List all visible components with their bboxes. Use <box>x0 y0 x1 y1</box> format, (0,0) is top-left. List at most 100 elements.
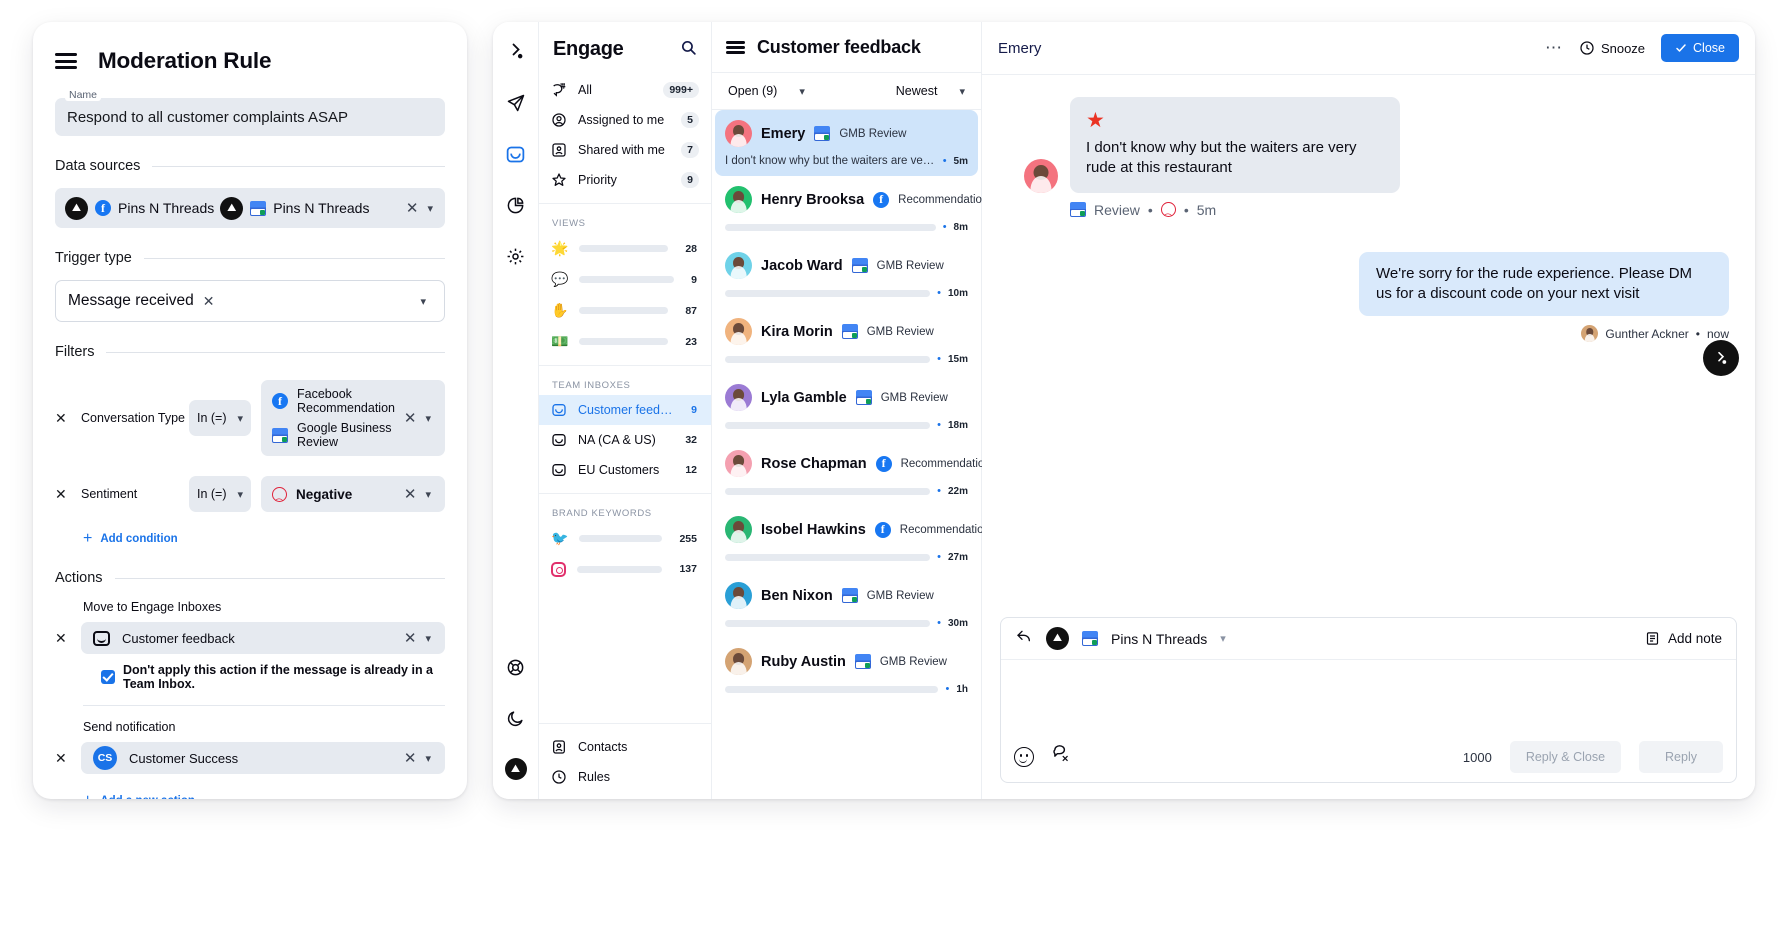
action-value-select[interactable]: Customer feedback ✕ ▾ <box>81 622 445 654</box>
reply-textarea[interactable] <box>1001 660 1736 732</box>
add-action-button[interactable]: + Add a new action <box>83 792 445 799</box>
nav-view-item[interactable]: 💵 23 <box>539 326 711 357</box>
nav-inbox-eu[interactable]: EU Customers 12 <box>539 455 711 485</box>
remove-action-icon[interactable]: ✕ <box>55 750 81 767</box>
nav-keyword-twitter[interactable]: 🐦 255 <box>539 523 711 554</box>
chevron-down-icon[interactable]: ▾ <box>237 412 243 425</box>
conversation-preview-placeholder <box>725 554 930 561</box>
reply-arrow-icon[interactable] <box>1015 628 1033 649</box>
filter-values[interactable]: f Facebook Recommendation Google Busines… <box>261 380 445 456</box>
separator: • <box>1184 202 1189 218</box>
nav-item-assigned-to-me[interactable]: Assigned to me 5 <box>539 105 711 135</box>
data-source-item[interactable]: ⛰ Pins N Threads <box>220 197 369 220</box>
conversation-item[interactable]: Isobel Hawkins f Recommendation • 27m <box>712 506 981 572</box>
engage-inbox-icon[interactable] <box>504 142 528 166</box>
action-value-select[interactable]: CS Customer Success ✕ ▾ <box>81 742 445 774</box>
rule-name-input[interactable]: Respond to all customer complaints ASAP <box>55 98 445 136</box>
checkbox[interactable] <box>101 670 115 684</box>
action-checkbox-row[interactable]: Don't apply this action if the message i… <box>101 663 445 691</box>
sort-filter-select[interactable]: Newest ▾ <box>896 84 965 98</box>
more-options-icon[interactable]: ⋯ <box>1545 38 1563 58</box>
conversation-source: GMB Review <box>880 656 947 668</box>
conversation-item[interactable]: Henry Brooksa f Recommendation • 8m <box>712 176 981 242</box>
nav-bottom-list: Contacts Rules <box>539 715 711 799</box>
close-label: Close <box>1693 41 1725 55</box>
data-source-item[interactable]: ⛰ f Pins N Threads <box>65 197 214 220</box>
add-condition-button[interactable]: + Add condition <box>83 530 445 548</box>
clear-action-icon[interactable]: ✕ <box>404 751 417 766</box>
nav-view-item[interactable]: 🌟 28 <box>539 233 711 264</box>
action-value: Customer Success <box>129 751 238 766</box>
filter-operator-select[interactable]: In (=) ▾ <box>189 400 251 436</box>
chevron-down-icon[interactable]: ▾ <box>425 412 431 425</box>
conversation-source: GMB Review <box>881 392 948 404</box>
conversation-item[interactable]: Ruby Austin GMB Review • 1h <box>712 638 981 704</box>
search-icon[interactable] <box>680 39 697 61</box>
conversation-item[interactable]: Jacob Ward GMB Review • 10m <box>712 242 981 308</box>
conversation-source: GMB Review <box>839 128 906 140</box>
emoji-icon[interactable] <box>1014 747 1034 767</box>
conversation-item[interactable]: Emery GMB Review I don't know why but th… <box>715 110 978 176</box>
saved-reply-icon[interactable] <box>1052 745 1072 769</box>
remove-trigger-icon[interactable]: ✕ <box>203 293 215 310</box>
reply-and-close-button[interactable]: Reply & Close <box>1510 741 1621 773</box>
rule-name-field[interactable]: Name Respond to all customer complaints … <box>55 98 445 136</box>
outgoing-bubble: We're sorry for the rude experience. Ple… <box>1359 252 1729 317</box>
lifesaver-icon[interactable] <box>504 655 528 679</box>
dark-mode-icon[interactable] <box>504 706 528 730</box>
sprout-assist-button[interactable] <box>1703 340 1739 376</box>
filter-operator-select[interactable]: In (=) ▾ <box>189 476 251 512</box>
divider <box>144 258 445 259</box>
conversation-item[interactable]: Rose Chapman f Recommendation • 22m <box>712 440 981 506</box>
close-button[interactable]: Close <box>1661 34 1739 62</box>
chevron-down-icon[interactable]: ▾ <box>1220 632 1226 645</box>
remove-action-icon[interactable]: ✕ <box>55 630 81 647</box>
conversation-item[interactable]: Ben Nixon GMB Review • 30m <box>712 572 981 638</box>
filter-values[interactable]: Negative ✕ ▾ <box>261 476 445 512</box>
nav-keyword-instagram[interactable]: 137 <box>539 554 711 584</box>
nav-primary-list: All 999+ Assigned to me 5 Shared with me… <box>539 73 711 195</box>
publish-icon[interactable] <box>504 91 528 115</box>
snooze-button[interactable]: Snooze <box>1579 40 1645 56</box>
clear-filter-values-icon[interactable]: ✕ <box>404 487 417 502</box>
trigger-type-select[interactable]: Message received ✕ ▾ <box>55 280 445 322</box>
nav-item-priority[interactable]: Priority 9 <box>539 165 711 195</box>
hamburger-icon[interactable] <box>726 41 745 54</box>
nav-view-item[interactable]: 💬 9 <box>539 264 711 295</box>
hamburger-icon[interactable] <box>55 53 77 69</box>
sprout-logo-icon[interactable] <box>504 40 528 64</box>
remove-filter-icon[interactable]: ✕ <box>55 486 81 503</box>
chevron-down-icon[interactable]: ▾ <box>425 632 431 645</box>
view-name-placeholder <box>579 276 674 283</box>
nav-item-contacts[interactable]: Contacts <box>539 732 711 762</box>
settings-icon[interactable] <box>504 244 528 268</box>
data-sources-row[interactable]: ⛰ f Pins N Threads ⛰ Pins N Threads ✕ ▾ <box>55 188 445 228</box>
nav-view-item[interactable]: ✋ 87 <box>539 295 711 326</box>
clear-action-icon[interactable]: ✕ <box>404 631 417 646</box>
clear-filter-values-icon[interactable]: ✕ <box>404 411 417 426</box>
incoming-text: I don't know why but the waiters are ver… <box>1086 138 1384 179</box>
remove-filter-icon[interactable]: ✕ <box>55 410 81 427</box>
view-emoji-icon: 💬 <box>551 271 568 288</box>
nav-inbox-na[interactable]: NA (CA & US) 32 <box>539 425 711 455</box>
chevron-down-icon[interactable]: ▾ <box>427 202 433 215</box>
chevron-down-icon[interactable]: ▾ <box>420 295 426 308</box>
nav-item-shared-with-me[interactable]: Shared with me 7 <box>539 135 711 165</box>
action-value: Customer feedback <box>122 631 235 646</box>
chevron-down-icon[interactable]: ▾ <box>425 488 431 501</box>
analytics-icon[interactable] <box>504 193 528 217</box>
conversation-item[interactable]: Lyla Gamble GMB Review • 18m <box>712 374 981 440</box>
nav-item-rules[interactable]: Rules <box>539 762 711 799</box>
status-filter-select[interactable]: Open (9) ▾ <box>728 84 805 98</box>
conversation-item[interactable]: Kira Morin GMB Review • 15m <box>712 308 981 374</box>
clear-data-sources-icon[interactable]: ✕ <box>406 201 419 216</box>
nav-inbox-customer-feedback[interactable]: Customer feedback 9 <box>539 395 711 425</box>
nav-item-all[interactable]: All 999+ <box>539 75 711 105</box>
reply-button[interactable]: Reply <box>1639 741 1723 773</box>
filter-name: Conversation Type <box>81 411 189 425</box>
chevron-down-icon[interactable]: ▾ <box>425 752 431 765</box>
unread-dot-icon: • <box>943 221 947 233</box>
profile-icon[interactable]: ⛰ <box>504 757 528 781</box>
chevron-down-icon[interactable]: ▾ <box>237 488 243 501</box>
add-note-button[interactable]: Add note <box>1645 631 1722 646</box>
